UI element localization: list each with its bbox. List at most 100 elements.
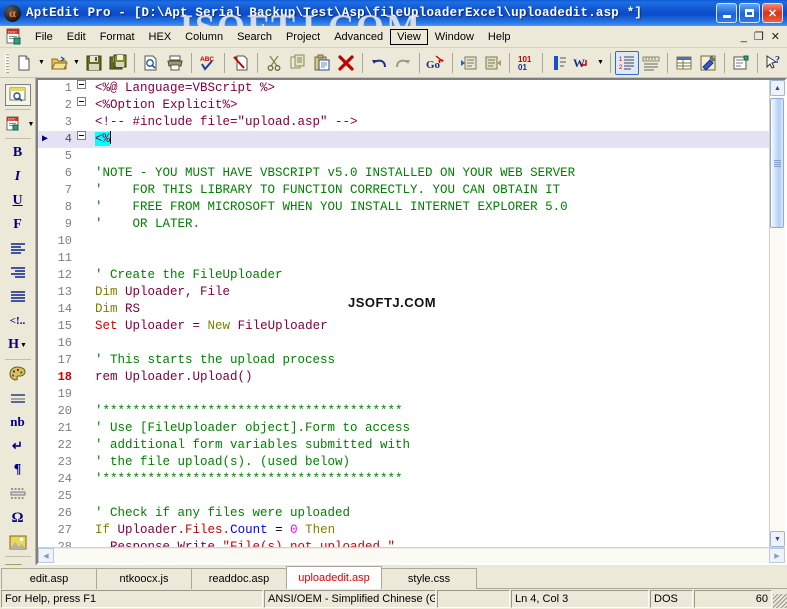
code-line[interactable]: 2 <%Option Explicit%>	[38, 97, 769, 114]
insert-image-icon[interactable]	[5, 531, 31, 553]
horizontal-scroll-track[interactable]	[54, 548, 769, 563]
menu-column[interactable]: Column	[178, 29, 230, 45]
code-line[interactable]: 8 ' FREE FROM MICROSOFT WHEN YOU INSTALL …	[38, 199, 769, 216]
code-line[interactable]: 14 Dim RS	[38, 301, 769, 318]
code-line[interactable]: 1 <%@ Language=VBScript %>	[38, 80, 769, 97]
indent-right-icon[interactable]	[481, 51, 505, 75]
align-left-icon[interactable]	[5, 238, 31, 260]
tab-style-css[interactable]: style.css	[381, 568, 477, 589]
code-line[interactable]: 24 '*************************************…	[38, 471, 769, 488]
code-editor[interactable]: 1 <%@ Language=VBScript %> 2 <%Option Expli…	[38, 80, 769, 547]
mdi-close-button[interactable]: ✕	[771, 30, 780, 43]
document-template-icon[interactable]: DOC	[1, 113, 27, 135]
menu-format[interactable]: Format	[93, 29, 142, 45]
code-line[interactable]: 15 Set Uploader = New FileUploader	[38, 318, 769, 335]
code-line[interactable]: 18 rem Uploader.Upload()	[38, 369, 769, 386]
code-line[interactable]: 16	[38, 335, 769, 352]
status-encoding[interactable]: ANSI/OEM - Simplified Chinese (GB	[264, 590, 436, 608]
code-line[interactable]: 5	[38, 148, 769, 165]
close-button[interactable]: ✕	[762, 3, 783, 23]
code-line[interactable]: 10	[38, 233, 769, 250]
minimize-button[interactable]	[716, 3, 737, 23]
menu-view[interactable]: View	[390, 28, 428, 45]
line-numbers-icon[interactable]: 12	[615, 50, 639, 75]
delete-file-icon[interactable]	[229, 51, 253, 75]
preview-browser-button[interactable]	[0, 83, 35, 107]
tab-readdoc-asp[interactable]: readdoc.asp	[191, 568, 287, 589]
line-break-button[interactable]: ↵	[0, 434, 35, 458]
marquee-icon[interactable]	[5, 483, 31, 505]
word-wrap-icon[interactable]: W	[571, 51, 595, 75]
scroll-up-button[interactable]: ▲	[770, 80, 785, 96]
align-justify-button[interactable]	[0, 285, 35, 309]
chevron-down-icon[interactable]: ▼	[28, 121, 35, 128]
code-line[interactable]: ▶ 4 <%	[38, 131, 769, 148]
scroll-left-button[interactable]: ◀	[38, 548, 54, 563]
code-line[interactable]: 27 If Uploader.Files.Count = 0 Then	[38, 522, 769, 539]
menu-window[interactable]: Window	[428, 29, 481, 45]
menu-project[interactable]: Project	[279, 29, 327, 45]
code-line[interactable]: 13 Dim Uploader, File	[38, 284, 769, 301]
tab-edit-asp[interactable]: edit.asp	[1, 568, 97, 589]
editor-horizontal-scrollbar[interactable]: ◀ ▶	[38, 547, 785, 563]
goto-icon[interactable]: Go	[424, 51, 448, 75]
editor-vertical-scrollbar[interactable]: ▲ ▼	[769, 80, 785, 547]
special-character-button[interactable]: Ω	[0, 506, 35, 530]
align-justify-icon[interactable]	[5, 286, 31, 308]
vertical-scroll-thumb[interactable]	[770, 98, 784, 228]
nbsp-button[interactable]: nb	[0, 410, 35, 434]
ruler-icon[interactable]	[639, 51, 663, 75]
color-bar-icon[interactable]	[547, 51, 571, 75]
scroll-right-button[interactable]: ▶	[769, 548, 785, 563]
word-wrap-dropdown-arrow[interactable]: ▼	[595, 51, 606, 75]
heading-button[interactable]: H ▼	[0, 333, 35, 357]
tab-uploadedit-asp[interactable]: uploadedit.asp	[286, 566, 382, 589]
code-line[interactable]: 3 <!-- #include file="upload.asp" -->	[38, 114, 769, 131]
underline-button[interactable]: U	[0, 189, 35, 213]
italic-button[interactable]: I	[0, 165, 35, 189]
properties-icon[interactable]	[729, 51, 753, 75]
new-file-icon[interactable]	[12, 51, 36, 75]
paragraph-button[interactable]: ¶	[0, 458, 35, 482]
toolbar-grip[interactable]	[5, 52, 9, 73]
help-pointer-icon[interactable]: ?	[762, 51, 786, 75]
binary-mode-icon[interactable]: 101 01	[514, 51, 538, 75]
insert-table-icon[interactable]	[1, 560, 27, 565]
open-file-icon[interactable]	[47, 51, 71, 75]
preview-browser-icon[interactable]	[4, 84, 31, 106]
open-file-dropdown-arrow[interactable]: ▼	[71, 51, 82, 75]
code-line[interactable]: 26 ' Check if any files were uploaded	[38, 505, 769, 522]
code-line[interactable]: 11	[38, 250, 769, 267]
save-all-icon[interactable]	[106, 51, 130, 75]
menu-hex[interactable]: HEX	[142, 29, 179, 45]
table-icon[interactable]	[672, 51, 696, 75]
color-palette-button[interactable]	[0, 362, 35, 386]
fold-toggle-icon[interactable]	[74, 80, 89, 89]
fold-toggle-icon[interactable]	[74, 131, 89, 140]
undo-icon[interactable]	[367, 51, 391, 75]
code-line[interactable]: 12 ' Create the FileUploader	[38, 267, 769, 284]
menu-edit[interactable]: Edit	[60, 29, 93, 45]
align-right-button[interactable]	[0, 261, 35, 285]
cut-icon[interactable]	[262, 51, 286, 75]
align-left-button[interactable]	[0, 237, 35, 261]
bold-button[interactable]: B	[0, 141, 35, 165]
color-palette-icon[interactable]	[5, 363, 31, 385]
paste-icon[interactable]	[310, 51, 334, 75]
align-right-icon[interactable]	[5, 262, 31, 284]
code-line[interactable]: 28 Response.Write "File(s) not uploaded.…	[38, 539, 769, 547]
menu-search[interactable]: Search	[230, 29, 279, 45]
spell-check-icon[interactable]: ABC	[196, 51, 220, 75]
tools-icon[interactable]	[696, 51, 720, 75]
fold-toggle-icon[interactable]	[74, 97, 89, 106]
menu-file[interactable]: File	[28, 29, 60, 45]
mdi-minimize-button[interactable]: _	[741, 31, 747, 43]
horizontal-rule-icon[interactable]	[5, 387, 31, 409]
resize-grip[interactable]	[773, 594, 787, 608]
code-line[interactable]: 22 ' additional form variables submitted …	[38, 437, 769, 454]
code-line[interactable]: 19	[38, 386, 769, 403]
scroll-down-button[interactable]: ▼	[770, 531, 785, 547]
indent-left-icon[interactable]	[457, 51, 481, 75]
copy-icon[interactable]	[286, 51, 310, 75]
code-line[interactable]: 9 ' OR LATER.	[38, 216, 769, 233]
